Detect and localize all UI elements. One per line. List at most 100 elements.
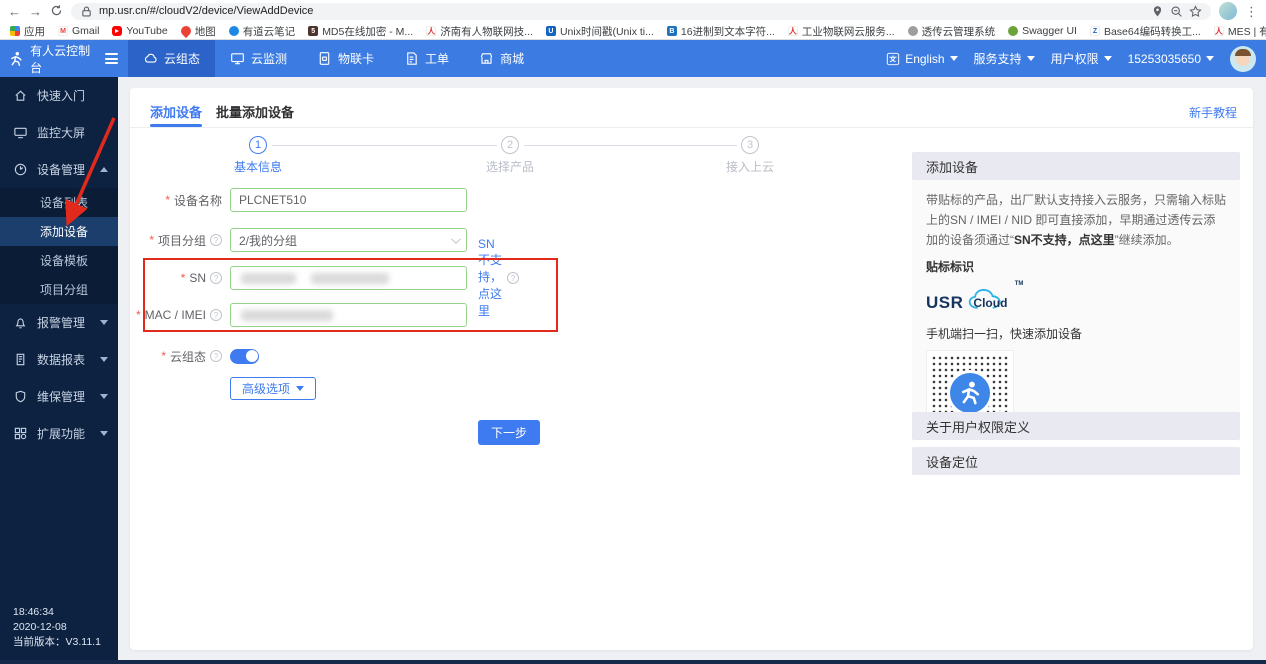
chevron-down-icon	[451, 234, 461, 244]
help-panel-add-device-header[interactable]: 添加设备	[912, 152, 1240, 180]
sidebar-item-device-template[interactable]: 设备模板	[0, 246, 118, 275]
sidebar-item-quick-start[interactable]: 快速入门	[0, 77, 118, 114]
mall-icon	[479, 51, 494, 66]
bookmark-iiot[interactable]: 工业物联网云服务...	[788, 24, 895, 39]
current-time: 18:46:34	[13, 605, 101, 620]
sidebar-item-device-list[interactable]: 设备列表	[0, 188, 118, 217]
browser-profile-avatar[interactable]	[1219, 2, 1237, 20]
browser-menu-icon[interactable]: ⋮	[1245, 5, 1258, 18]
md5-icon	[308, 26, 318, 36]
cloud-scada-toggle[interactable]	[230, 349, 259, 364]
tab-add-device[interactable]: 添加设备	[150, 102, 202, 121]
sidebar-item-device-management[interactable]: 设备管理	[0, 151, 118, 188]
help-question-icon: ?	[507, 272, 519, 284]
brand-title: 有人云控制台	[30, 42, 99, 76]
report-icon	[13, 352, 28, 367]
sn-not-supported-link[interactable]: SN不支持，点这里?	[478, 237, 519, 319]
main-nav: 云组态 云监测 物联卡 工单 商城	[128, 40, 539, 77]
help-question-icon[interactable]: ?	[210, 234, 222, 246]
account-menu[interactable]: 15253035650	[1128, 52, 1214, 66]
chevron-down-icon	[1206, 56, 1214, 61]
bookmark-mes[interactable]: MES | 有人物联网	[1214, 24, 1266, 39]
bookmark-apps[interactable]: 应用	[10, 24, 45, 39]
mac-imei-input[interactable]	[230, 303, 467, 327]
globe-icon	[908, 26, 918, 36]
redacted-value	[241, 310, 333, 321]
bookmark-star-icon[interactable]	[1189, 5, 1202, 18]
user-avatar[interactable]	[1230, 46, 1256, 72]
step-connector	[524, 145, 737, 146]
support-menu[interactable]: 服务支持	[974, 50, 1035, 67]
usr-logo-icon	[8, 50, 24, 68]
nav-mall[interactable]: 商城	[464, 40, 539, 77]
project-group-label: 项目分组	[158, 232, 206, 249]
advanced-options-button[interactable]: 高级选项	[230, 377, 316, 400]
tutorial-link[interactable]: 新手教程	[1189, 104, 1237, 121]
monitor-icon	[230, 51, 245, 66]
permission-menu[interactable]: 用户权限	[1051, 50, 1112, 67]
usr-run-icon	[957, 380, 983, 406]
forward-icon[interactable]: →	[29, 5, 42, 18]
sidebar-item-extensions[interactable]: 扩展功能	[0, 415, 118, 452]
address-bar[interactable]: mp.usr.cn/#/cloudV2/device/ViewAddDevice	[71, 3, 1211, 20]
screen: ← → mp.usr.cn/#/cloudV2/device/ViewAddDe…	[0, 0, 1266, 664]
tab-batch-add-device[interactable]: 批量添加设备	[216, 102, 294, 121]
refresh-icon[interactable]	[50, 4, 63, 19]
youtube-icon	[112, 26, 122, 36]
help-question-icon[interactable]: ?	[210, 272, 222, 284]
bookmark-swagger[interactable]: Swagger UI	[1008, 25, 1077, 37]
sidebar-item-alarm-management[interactable]: 报警管理	[0, 304, 118, 341]
bookmark-maps[interactable]: 地图	[181, 24, 216, 39]
step-2-circle: 2	[501, 136, 519, 154]
nav-cloud-monitor[interactable]: 云监测	[215, 40, 302, 77]
usr-cloud-logo: USR Cloud TM	[926, 283, 1226, 313]
nav-cloud-scada[interactable]: 云组态	[128, 40, 215, 77]
sidebar-item-data-report[interactable]: 数据报表	[0, 341, 118, 378]
gmail-icon	[58, 26, 68, 36]
sn-input[interactable]	[230, 266, 467, 290]
device-name-row: *设备名称 PLCNET510	[130, 188, 467, 212]
sidebar-item-maintenance[interactable]: 维保管理	[0, 378, 118, 415]
nav-iot-card[interactable]: 物联卡	[302, 40, 389, 77]
device-icon	[13, 162, 28, 177]
help-question-icon[interactable]: ?	[210, 350, 222, 362]
redacted-value	[241, 273, 296, 284]
screen-icon	[13, 125, 28, 140]
nav-work-order[interactable]: 工单	[389, 40, 464, 77]
bookmark-youtube[interactable]: YouTube	[112, 25, 167, 37]
bookmark-base64[interactable]: Base64编码转换工...	[1090, 24, 1201, 39]
sim-card-icon	[317, 51, 332, 66]
help-panel-location-header[interactable]: 设备定位	[912, 447, 1240, 475]
sn-row: *SN? SN不支持，点这里?	[130, 266, 467, 290]
cloud-icon	[143, 51, 158, 66]
step-1-label: 基本信息	[228, 158, 288, 175]
device-name-input[interactable]: PLCNET510	[230, 188, 467, 212]
home-icon	[13, 88, 28, 103]
zoom-out-icon[interactable]	[1170, 5, 1183, 18]
language-menu[interactable]: English	[886, 52, 957, 66]
chevron-down-icon	[100, 357, 108, 362]
chevron-down-icon	[296, 386, 304, 391]
url-text: mp.usr.cn/#/cloudV2/device/ViewAddDevice	[99, 5, 313, 17]
chevron-down-icon	[100, 320, 108, 325]
sidebar-item-monitor-screen[interactable]: 监控大屏	[0, 114, 118, 151]
topbar-right: English 服务支持 用户权限 15253035650	[886, 46, 1266, 72]
project-group-select[interactable]: 2/我的分组	[230, 228, 467, 252]
youdao-icon	[229, 26, 239, 36]
bookmark-usr-tech[interactable]: 济南有人物联网技...	[426, 24, 533, 39]
sidebar-item-add-device[interactable]: 添加设备	[0, 217, 118, 246]
next-step-button[interactable]: 下一步	[478, 420, 540, 445]
sidebar-item-project-group[interactable]: 项目分组	[0, 275, 118, 304]
help-panel-permission-header[interactable]: 关于用户权限定义	[912, 412, 1240, 440]
bookmark-youdao[interactable]: 有道云笔记	[229, 24, 296, 39]
bookmark-passthrough[interactable]: 透传云管理系统	[908, 24, 996, 39]
bookmark-md5[interactable]: MD5在线加密 - M...	[308, 24, 413, 39]
location-pin-icon[interactable]	[1151, 5, 1164, 18]
bookmark-gmail[interactable]: Gmail	[58, 25, 99, 37]
back-icon[interactable]: ←	[8, 5, 21, 18]
help-paragraph: 带贴标的产品，出厂默认支持接入云服务，只需输入标贴上的SN / IMEI / N…	[926, 190, 1226, 250]
hamburger-icon[interactable]	[105, 51, 118, 67]
help-question-icon[interactable]: ?	[210, 309, 222, 321]
bookmark-hex[interactable]: 16进制到文本字符...	[667, 24, 775, 39]
bookmark-unix[interactable]: Unix时间戳(Unix ti...	[546, 24, 654, 39]
